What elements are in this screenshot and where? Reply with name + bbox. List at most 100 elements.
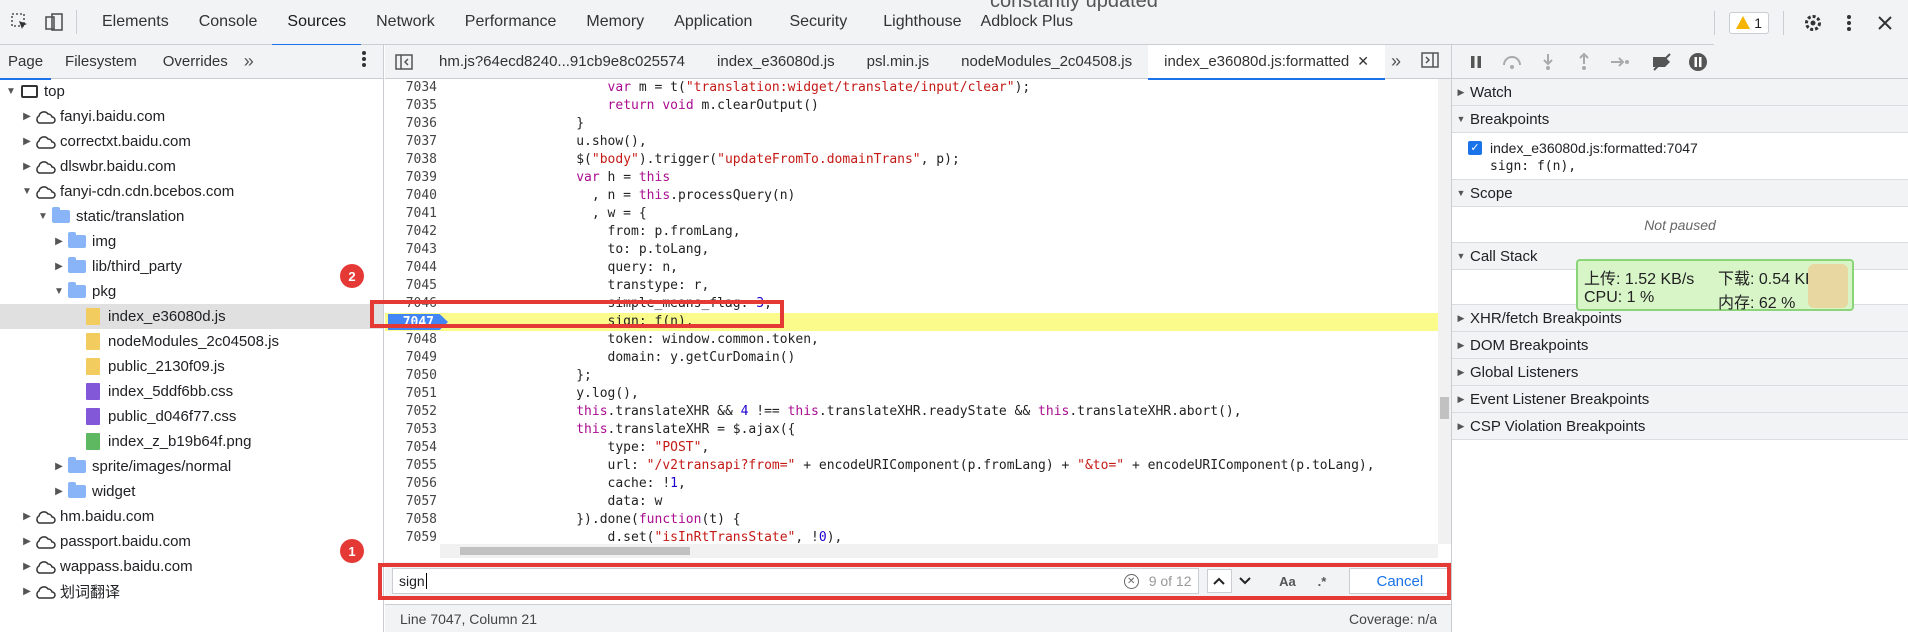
- expand-arrow-icon[interactable]: ▶: [20, 161, 34, 172]
- close-devtools-icon[interactable]: [1870, 8, 1900, 38]
- tree-item[interactable]: ▶ wappass.baidu.com: [0, 554, 383, 579]
- code-line[interactable]: 7057 data: w: [385, 493, 1438, 511]
- code-line[interactable]: 7034 var m = t("translation:widget/trans…: [385, 79, 1438, 97]
- line-number[interactable]: 7054: [385, 439, 437, 457]
- line-number[interactable]: 7041: [385, 205, 437, 223]
- line-number[interactable]: 7039: [385, 169, 437, 187]
- tab-console[interactable]: Console: [184, 0, 273, 45]
- step-out-icon[interactable]: [1570, 48, 1598, 76]
- tree-item[interactable]: nodeModules_2c04508.js: [0, 329, 383, 354]
- expand-arrow-icon[interactable]: ▶: [20, 136, 34, 147]
- code-line[interactable]: 7043 to: p.toLang,: [385, 241, 1438, 259]
- line-number[interactable]: 7050: [385, 367, 437, 385]
- more-options-icon[interactable]: [1834, 8, 1864, 38]
- tree-item[interactable]: ▼ static/translation: [0, 204, 383, 229]
- line-number[interactable]: 7045: [385, 277, 437, 295]
- code-line[interactable]: 7053 this.translateXHR = $.ajax({: [385, 421, 1438, 439]
- more-tabs-chevron-icon[interactable]: »: [244, 51, 254, 72]
- collapse-arrow-icon[interactable]: ▼: [4, 86, 18, 97]
- tab-application[interactable]: Application: [659, 0, 767, 45]
- editor-tab-index-formatted[interactable]: index_e36080d.js:formatted ✕: [1148, 44, 1385, 80]
- breakpoint-checkbox[interactable]: ✓: [1468, 140, 1482, 155]
- tree-item[interactable]: ▶ fanyi.baidu.com: [0, 104, 383, 129]
- code-line[interactable]: 7037 u.show(),: [385, 133, 1438, 151]
- navigator-menu-icon[interactable]: [361, 50, 367, 73]
- tree-item[interactable]: index_z_b19b64f.png: [0, 429, 383, 454]
- editor-vertical-scrollbar[interactable]: [1438, 79, 1451, 544]
- tree-item[interactable]: ▶ passport.baidu.com: [0, 529, 383, 554]
- scrollbar-thumb[interactable]: [460, 547, 690, 555]
- tree-item[interactable]: ▶ lib/third_party: [0, 254, 383, 279]
- editor-tab-nodemodules-js[interactable]: nodeModules_2c04508.js: [945, 45, 1148, 79]
- line-number[interactable]: 7035: [385, 97, 437, 115]
- expand-arrow-icon[interactable]: ▶: [20, 511, 34, 522]
- tab-memory[interactable]: Memory: [571, 0, 659, 45]
- tab-network[interactable]: Network: [361, 0, 450, 45]
- breakpoints-section-header[interactable]: ▼ Breakpoints: [1452, 106, 1908, 133]
- tree-item[interactable]: index_5ddf6bb.css: [0, 379, 383, 404]
- step-into-icon[interactable]: [1534, 48, 1562, 76]
- tab-sources[interactable]: Sources: [272, 0, 361, 46]
- expand-arrow-icon[interactable]: ▶: [20, 536, 34, 547]
- code-line[interactable]: 7039 var h = this: [385, 169, 1438, 187]
- code-line[interactable]: 7038 $("body").trigger("updateFromTo.dom…: [385, 151, 1438, 169]
- expand-arrow-icon[interactable]: ▶: [20, 561, 34, 572]
- deactivate-breakpoints-icon[interactable]: [1648, 48, 1676, 76]
- code-line[interactable]: 7048 token: window.common.token,: [385, 331, 1438, 349]
- line-number[interactable]: 7057: [385, 493, 437, 511]
- warnings-badge[interactable]: 1: [1729, 11, 1769, 34]
- tree-item[interactable]: public_2130f09.js: [0, 354, 383, 379]
- csp-violation-breakpoints-header[interactable]: ▶ CSP Violation Breakpoints: [1452, 413, 1908, 440]
- tree-item[interactable]: ▼ pkg: [0, 279, 383, 304]
- tree-item[interactable]: public_d046f77.css: [0, 404, 383, 429]
- pause-icon[interactable]: [1462, 48, 1490, 76]
- dom-breakpoints-header[interactable]: ▶ DOM Breakpoints: [1452, 332, 1908, 359]
- line-number[interactable]: 7049: [385, 349, 437, 367]
- line-number[interactable]: 7055: [385, 457, 437, 475]
- tree-item[interactable]: ▼ fanyi-cdn.cdn.bcebos.com: [0, 179, 383, 204]
- toggle-debugger-icon[interactable]: [1421, 51, 1439, 72]
- step-over-icon[interactable]: [1498, 48, 1526, 76]
- line-number[interactable]: 7036: [385, 115, 437, 133]
- pause-on-exceptions-icon[interactable]: [1684, 48, 1712, 76]
- line-number[interactable]: 7034: [385, 79, 437, 97]
- tree-item[interactable]: ▶ img: [0, 229, 383, 254]
- tab-lighthouse[interactable]: Lighthouse: [869, 0, 975, 45]
- line-number[interactable]: 7056: [385, 475, 437, 493]
- expand-arrow-icon[interactable]: ▶: [52, 261, 66, 272]
- tab-overrides[interactable]: Overrides: [151, 45, 240, 79]
- breakpoint-entry[interactable]: ✓ index_e36080d.js:formatted:7047: [1452, 138, 1908, 157]
- line-number[interactable]: 7043: [385, 241, 437, 259]
- tab-filesystem[interactable]: Filesystem: [51, 45, 151, 79]
- tree-item[interactable]: ▶ correctxt.baidu.com: [0, 129, 383, 154]
- code-line[interactable]: 7035 return void m.clearOutput(): [385, 97, 1438, 115]
- coverage-status[interactable]: Coverage: n/a: [1349, 611, 1437, 627]
- toggle-navigator-icon[interactable]: [385, 45, 423, 79]
- line-number[interactable]: 7038: [385, 151, 437, 169]
- code-line[interactable]: 7054 type: "POST",: [385, 439, 1438, 457]
- event-listener-breakpoints-header[interactable]: ▶ Event Listener Breakpoints: [1452, 386, 1908, 413]
- line-number[interactable]: 7058: [385, 511, 437, 529]
- tree-item[interactable]: ▼ top: [0, 79, 383, 104]
- expand-arrow-icon[interactable]: ▶: [20, 111, 34, 122]
- code-line[interactable]: 7051 y.log(),: [385, 385, 1438, 403]
- scope-section-header[interactable]: ▼ Scope: [1452, 180, 1908, 207]
- code-line[interactable]: 7042 from: p.fromLang,: [385, 223, 1438, 241]
- settings-gear-icon[interactable]: [1798, 8, 1828, 38]
- code-line[interactable]: 7049 domain: y.getCurDomain(): [385, 349, 1438, 367]
- editor-tab-hm-js[interactable]: hm.js?64ecd8240...91cb9e8c025574: [423, 45, 701, 79]
- code-line[interactable]: 7040 , n = this.processQuery(n): [385, 187, 1438, 205]
- code-line[interactable]: 7050 };: [385, 367, 1438, 385]
- code-line[interactable]: 7045 transtype: r,: [385, 277, 1438, 295]
- editor-tab-psl-js[interactable]: psl.min.js: [851, 45, 946, 79]
- collapse-arrow-icon[interactable]: ▼: [52, 286, 66, 297]
- tab-performance[interactable]: Performance: [450, 0, 572, 45]
- line-number[interactable]: 7053: [385, 421, 437, 439]
- expand-arrow-icon[interactable]: ▶: [52, 461, 66, 472]
- code-line[interactable]: 7044 query: n,: [385, 259, 1438, 277]
- tab-security[interactable]: Security: [767, 0, 869, 45]
- watch-section-header[interactable]: ▶ Watch: [1452, 79, 1908, 106]
- tree-item[interactable]: ▶ 划词翻译: [0, 579, 383, 604]
- global-listeners-header[interactable]: ▶ Global Listeners: [1452, 359, 1908, 386]
- code-line[interactable]: 7059 d.set("isInRtTransState", !0),: [385, 529, 1438, 544]
